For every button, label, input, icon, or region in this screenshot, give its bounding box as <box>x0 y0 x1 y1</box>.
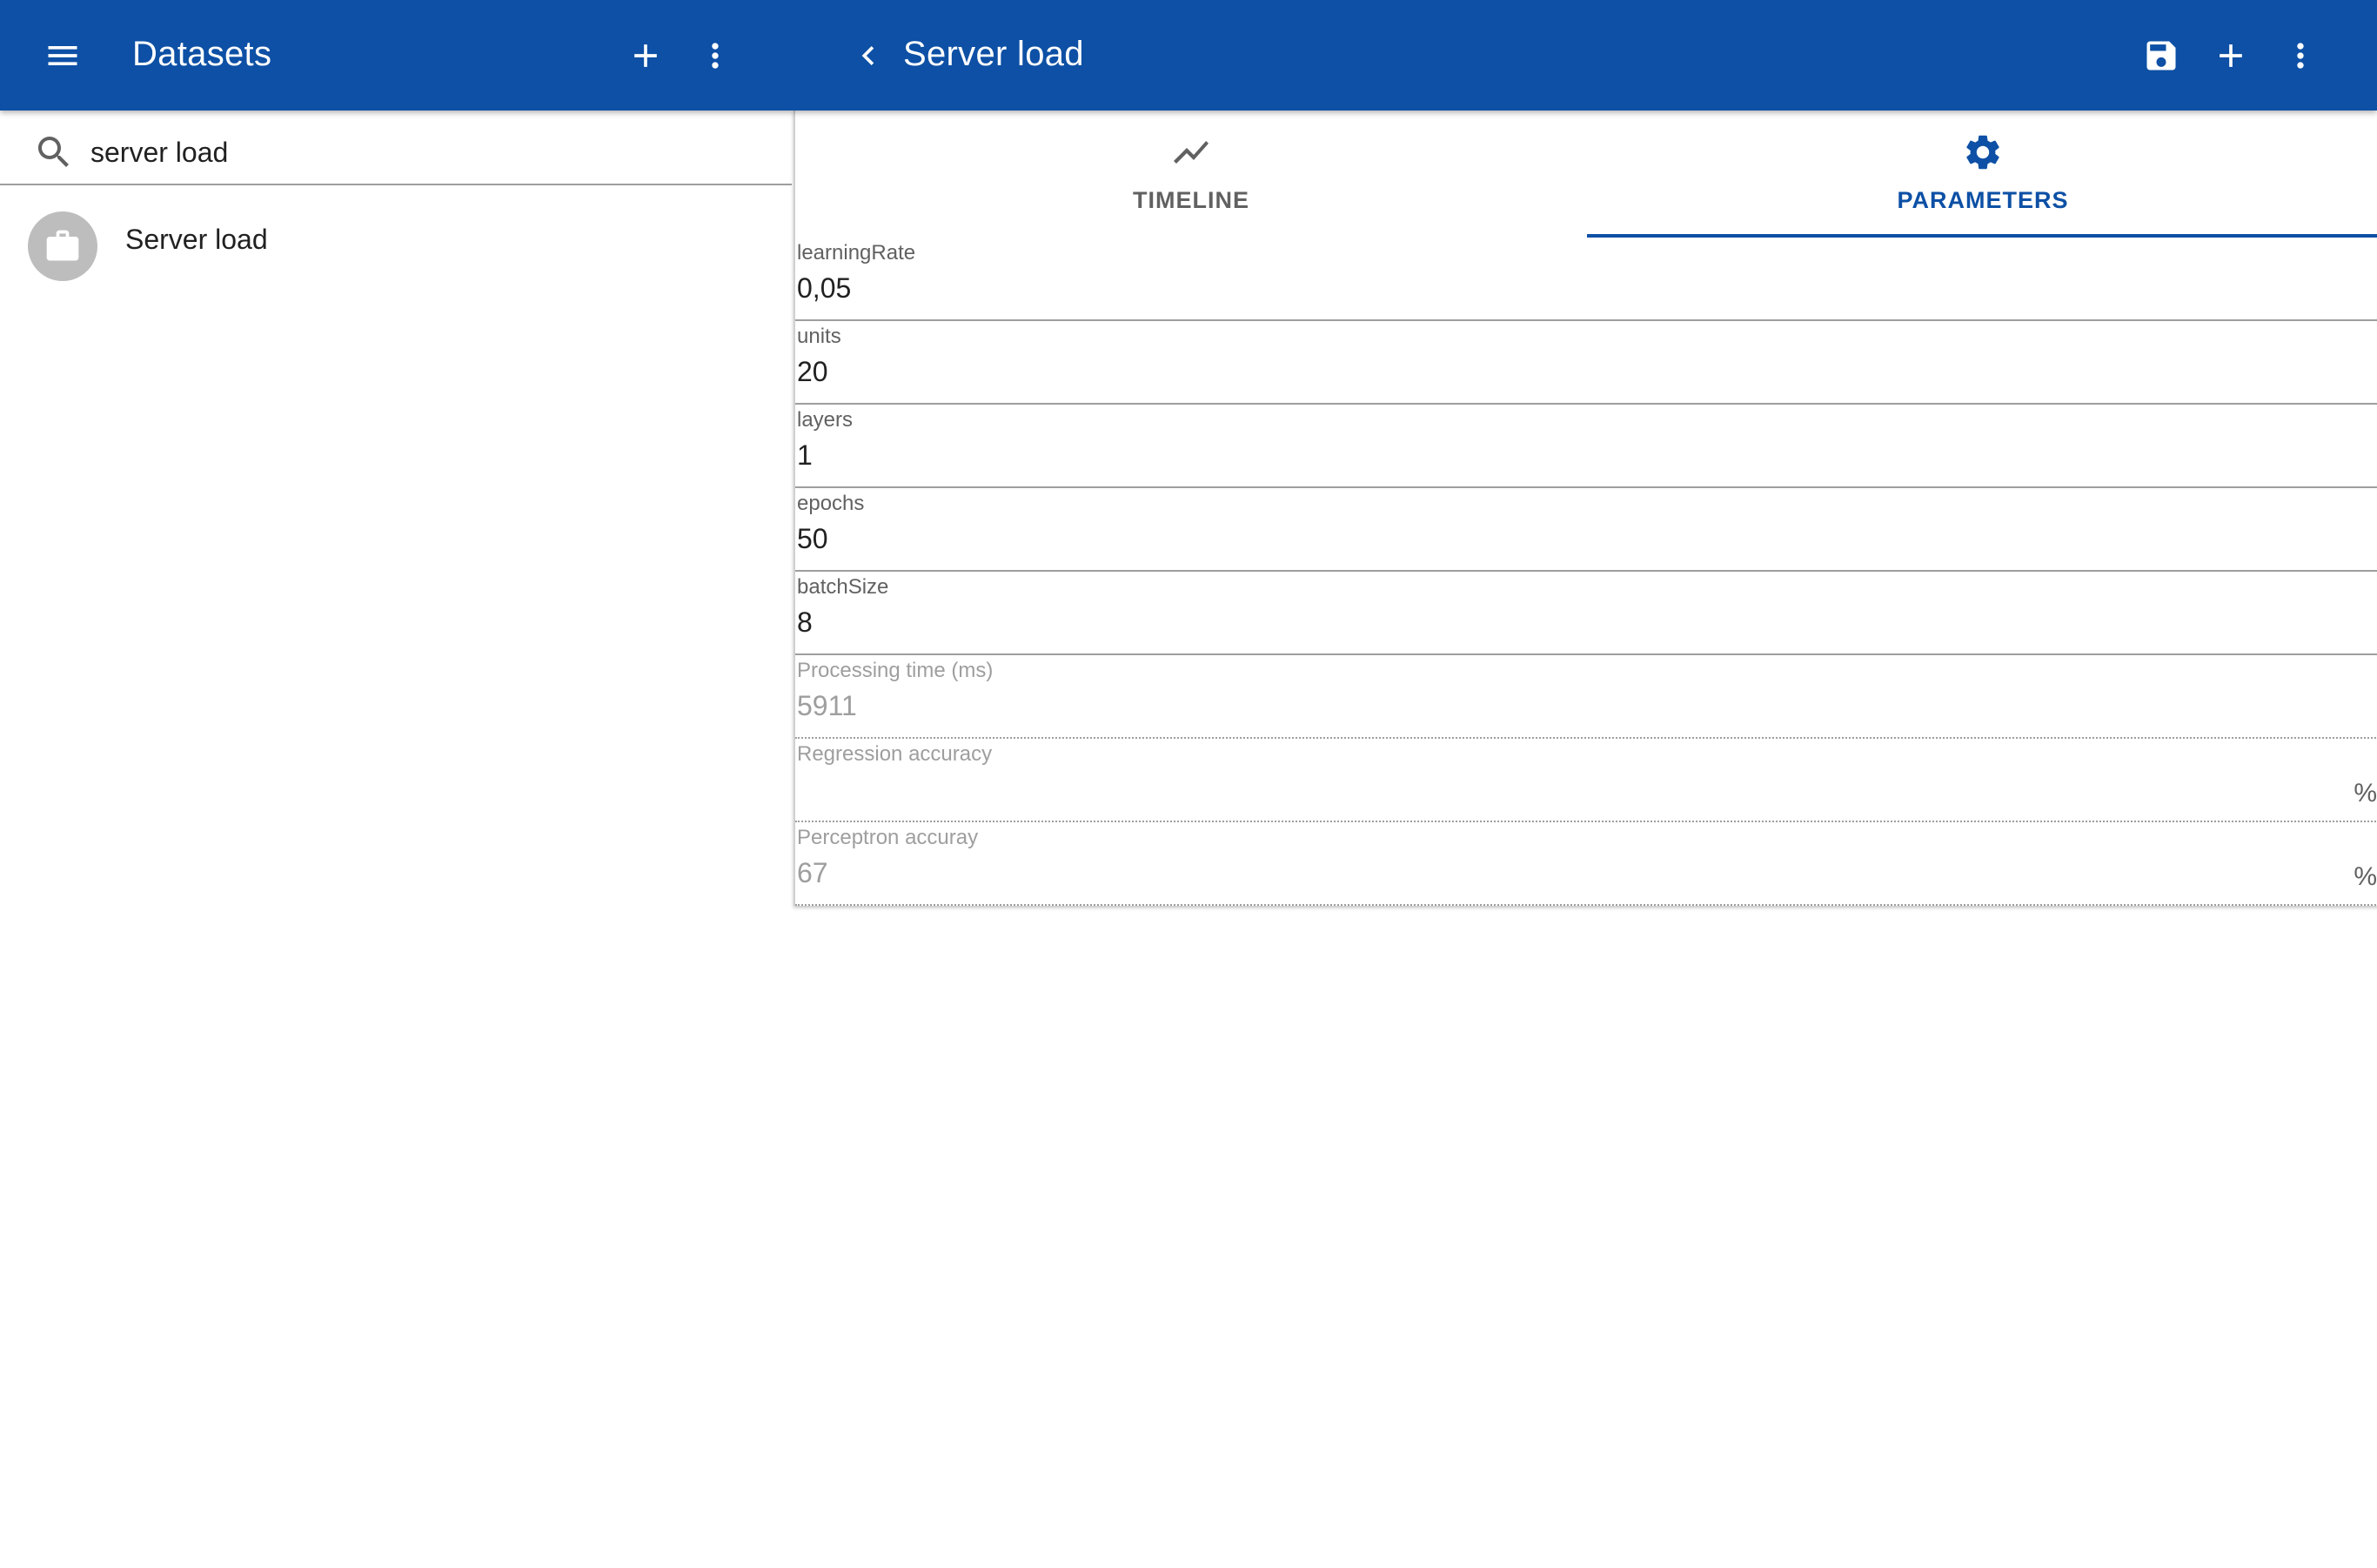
field-label: epochs <box>797 492 865 515</box>
field-label: Perceptron accuray <box>797 826 979 849</box>
field-label: batchSize <box>797 575 889 599</box>
tab-parameters[interactable]: PARAMETERS <box>1587 111 2377 238</box>
briefcase-icon <box>46 230 79 261</box>
field-label: units <box>797 325 841 348</box>
tab-timeline[interactable]: TIMELINE <box>795 111 1587 238</box>
avatar <box>28 211 97 281</box>
field-value[interactable]: 50 <box>797 523 828 555</box>
perceptron-accuracy-field: Perceptron accuray 67 % <box>795 822 2377 906</box>
tab-timeline-label: TIMELINE <box>1133 187 1249 213</box>
field-label: learningRate <box>797 241 916 265</box>
field-label: Regression accuracy <box>797 742 993 766</box>
field-value[interactable]: 20 <box>797 356 828 388</box>
detail-more-button[interactable] <box>2262 17 2339 94</box>
add-icon <box>2220 44 2242 67</box>
list-title: Datasets <box>132 35 272 73</box>
field-value[interactable]: 1 <box>797 439 813 472</box>
processing-time-field: Processing time (ms) 5911 <box>795 655 2377 739</box>
add-icon <box>634 44 657 67</box>
menu-button[interactable] <box>24 17 101 94</box>
tab-parameters-label: PARAMETERS <box>1897 187 2069 213</box>
timeline-icon <box>1174 141 1209 164</box>
field-value[interactable]: 8 <box>797 606 813 639</box>
save-icon <box>2146 41 2176 70</box>
epochs-field[interactable]: epochs 50 <box>795 488 2377 572</box>
save-button[interactable] <box>2123 17 2200 94</box>
regression-accuracy-field: Regression accuracy % <box>795 739 2377 822</box>
field-label: Processing time (ms) <box>797 659 994 682</box>
units-field[interactable]: units 20 <box>795 321 2377 405</box>
app-bar: Datasets Server load <box>0 0 2377 111</box>
chevron-left-icon <box>861 46 874 65</box>
field-label: layers <box>797 408 854 432</box>
add-dataset-button[interactable] <box>607 17 684 94</box>
search-bar <box>0 111 792 185</box>
detail-panel: TIMELINE PARAMETERS learningRate 0,05 un… <box>793 111 2377 906</box>
field-value: 5911 <box>797 690 857 721</box>
learning-rate-field[interactable]: learningRate 0,05 <box>795 238 2377 321</box>
search-icon <box>33 131 75 173</box>
tab-bar: TIMELINE PARAMETERS <box>795 111 2377 238</box>
menu-icon <box>48 46 77 65</box>
more-vert-icon <box>2297 43 2304 69</box>
search-input[interactable] <box>90 126 769 178</box>
more-vert-icon <box>712 43 719 69</box>
layers-field[interactable]: layers 1 <box>795 405 2377 488</box>
list-item-label: Server load <box>125 224 268 255</box>
percent-suffix: % <box>2354 779 2377 807</box>
dataset-list-panel: Server load <box>0 111 792 1568</box>
list-item[interactable]: Server load <box>0 198 792 300</box>
field-value[interactable]: 0,05 <box>797 272 851 305</box>
percent-suffix: % <box>2354 862 2377 891</box>
field-value: 67 <box>797 857 828 888</box>
batch-size-field[interactable]: batchSize 8 <box>795 572 2377 655</box>
detail-title: Server load <box>903 35 1084 73</box>
add-button[interactable] <box>2193 17 2269 94</box>
back-button[interactable] <box>830 17 907 94</box>
gear-icon <box>1966 135 1999 170</box>
list-more-button[interactable] <box>677 17 753 94</box>
